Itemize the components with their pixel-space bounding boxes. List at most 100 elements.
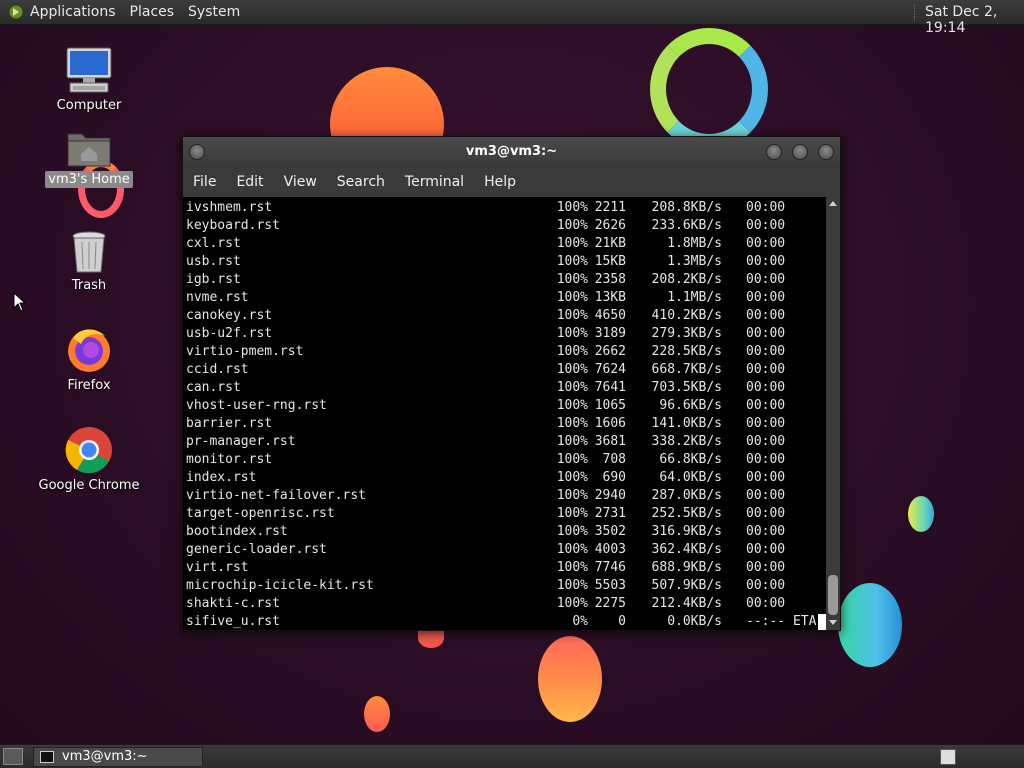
terminal-cell-pct: 100%	[556, 506, 588, 521]
terminal-cell-time: 00:00	[746, 398, 786, 413]
terminal-output[interactable]: ivshmem.rst 100% 2211 208.8KB/s 00:00 keyboar…	[183, 197, 826, 630]
terminal-cell-rate: 208.2KB/s	[651, 272, 722, 287]
terminal-cursor	[818, 614, 826, 630]
terminal-cell-size: 1065	[594, 398, 626, 413]
places-menu[interactable]: Places	[130, 4, 175, 20]
terminal-cell-size: 4003	[594, 542, 626, 557]
taskbar-button-label: vm3@vm3:~	[62, 749, 148, 764]
terminal-cell-time: 00:00	[746, 470, 786, 485]
terminal-scrollbar[interactable]	[826, 197, 840, 630]
terminal-cell-time: 00:00	[746, 290, 786, 305]
terminal-cell-time: 00:00	[746, 560, 786, 575]
terminal-cell-pct: 100%	[556, 524, 588, 539]
desktop-icon-label: Trash	[71, 278, 107, 293]
terminal-window[interactable]: vm3@vm3:~ File Edit View Search Terminal…	[182, 136, 841, 631]
desktop-icon-home[interactable]: vm3's Home	[29, 128, 149, 188]
show-desktop-icon[interactable]	[3, 748, 23, 765]
applications-menu[interactable]: Applications	[30, 4, 116, 20]
terminal-cell-name: canokey.rst	[186, 308, 273, 323]
terminal-cell-pct: 100%	[556, 398, 588, 413]
scroll-up-arrow-icon[interactable]	[829, 201, 837, 206]
terminal-cell-pct: 100%	[556, 254, 588, 269]
terminal-cell-time: 00:00	[746, 200, 786, 215]
terminal-line: shakti-c.rst 100% 2275 212.4KB/s 00:00	[186, 595, 826, 613]
top-panel: Applications Places System Sat Dec 2, 19…	[0, 0, 1024, 36]
terminal-line: virt.rst 100% 7746 688.9KB/s 00:00	[186, 559, 826, 577]
desktop-icon-trash[interactable]: Trash	[29, 230, 149, 294]
window-titlebar[interactable]: vm3@vm3:~	[183, 137, 840, 167]
terminal-line: vhost-user-rng.rst 100% 1065 96.6KB/s 00:00	[186, 397, 826, 415]
terminal-cell-time: 00:00	[746, 452, 786, 467]
workspace-switcher-icon[interactable]	[940, 749, 956, 765]
terminal-cell-pct: 0%	[572, 614, 588, 629]
scroll-down-arrow-icon[interactable]	[829, 620, 837, 625]
taskbar-button-terminal[interactable]: vm3@vm3:~	[33, 747, 203, 767]
terminal-cell-rate: 287.0KB/s	[651, 488, 722, 503]
terminal-cell-name: bootindex.rst	[186, 524, 288, 539]
terminal-cell-time: 00:00	[746, 578, 786, 593]
terminal-cell-time: 00:00	[746, 344, 786, 359]
terminal-line: canokey.rst 100% 4650 410.2KB/s 00:00	[186, 307, 826, 325]
window-menu-icon[interactable]	[189, 144, 205, 160]
terminal-cell-time: 00:00	[746, 416, 786, 431]
terminal-line: monitor.rst 100% 708 66.8KB/s 00:00	[186, 451, 826, 469]
menu-edit[interactable]: Edit	[236, 174, 263, 190]
clock[interactable]: Sat Dec 2, 19:14	[925, 4, 1024, 36]
terminal-cell-size: 13KB	[594, 290, 626, 305]
system-menu[interactable]: System	[188, 4, 240, 20]
wallpaper-orange-oval	[538, 636, 602, 722]
terminal-line: sifive_u.rst 0% 0 0.0KB/s --:-- ETA	[186, 613, 826, 630]
terminal-line: microchip-icicle-kit.rst 100% 5503 507.9KB/…	[186, 577, 826, 595]
terminal-line: cxl.rst 100% 21KB 1.8MB/s 00:00	[186, 235, 826, 253]
terminal-line: ivshmem.rst 100% 2211 208.8KB/s 00:00	[186, 199, 826, 217]
terminal-cell-rate: 66.8KB/s	[659, 452, 722, 467]
terminal-cell-rate: 703.5KB/s	[651, 380, 722, 395]
terminal-cell-pct: 100%	[556, 380, 588, 395]
terminal-cell-name: vhost-user-rng.rst	[186, 398, 327, 413]
terminal-cell-pct: 100%	[556, 434, 588, 449]
terminal-cell-rate: 0.0KB/s	[667, 614, 722, 629]
minimize-icon[interactable]	[766, 144, 782, 160]
desktop-icon-chrome[interactable]: Google Chrome	[29, 426, 149, 494]
terminal-line: keyboard.rst 100% 2626 233.6KB/s 00:00	[186, 217, 826, 235]
trash-icon	[72, 231, 106, 273]
terminal-cell-time: 00:00	[746, 524, 786, 539]
terminal-cell-pct: 100%	[556, 416, 588, 431]
menu-file[interactable]: File	[193, 174, 216, 190]
menu-search[interactable]: Search	[337, 174, 385, 190]
terminal-cell-size: 3681	[594, 434, 626, 449]
terminal-cell-name: barrier.rst	[186, 416, 273, 431]
menu-view[interactable]: View	[284, 174, 317, 190]
distro-logo-icon[interactable]	[8, 4, 24, 20]
terminal-cell-size: 5503	[594, 578, 626, 593]
terminal-cell-size: 2275	[594, 596, 626, 611]
terminal-cell-name: monitor.rst	[186, 452, 273, 467]
maximize-icon[interactable]	[792, 144, 808, 160]
terminal-cell-size: 2940	[594, 488, 626, 503]
desktop-icon-label: Google Chrome	[38, 478, 140, 493]
terminal-cell-rate: 252.5KB/s	[651, 506, 722, 521]
terminal-cell-rate: 668.7KB/s	[651, 362, 722, 377]
terminal-cell-time: 00:00	[746, 326, 786, 341]
terminal-cell-pct: 100%	[556, 452, 588, 467]
terminal-cell-rate: 228.5KB/s	[651, 344, 722, 359]
panel-separator	[914, 4, 916, 21]
desktop-icon-computer[interactable]: Computer	[29, 46, 149, 114]
terminal-cell-size: 708	[602, 452, 626, 467]
terminal-cell-size: 1606	[594, 416, 626, 431]
menu-terminal[interactable]: Terminal	[405, 174, 464, 190]
menu-help[interactable]: Help	[484, 174, 516, 190]
wallpaper-small-teal-oval	[908, 496, 934, 532]
terminal-cell-time: 00:00	[746, 380, 786, 395]
terminal-cell-size: 0	[618, 614, 626, 629]
desktop-icon-firefox[interactable]: Firefox	[29, 326, 149, 394]
scrollbar-thumb[interactable]	[828, 575, 838, 615]
terminal-cell-size: 2626	[594, 218, 626, 233]
terminal-cell-name: virtio-pmem.rst	[186, 344, 304, 359]
wallpaper-small-orange-oval	[364, 696, 390, 732]
terminal-cell-time: 00:00	[746, 488, 786, 503]
close-icon[interactable]	[818, 144, 834, 160]
terminal-line: can.rst 100% 7641 703.5KB/s 00:00	[186, 379, 826, 397]
terminal-cell-rate: 316.9KB/s	[651, 524, 722, 539]
terminal-line: virtio-net-failover.rst 100% 2940 287.0KB/s…	[186, 487, 826, 505]
